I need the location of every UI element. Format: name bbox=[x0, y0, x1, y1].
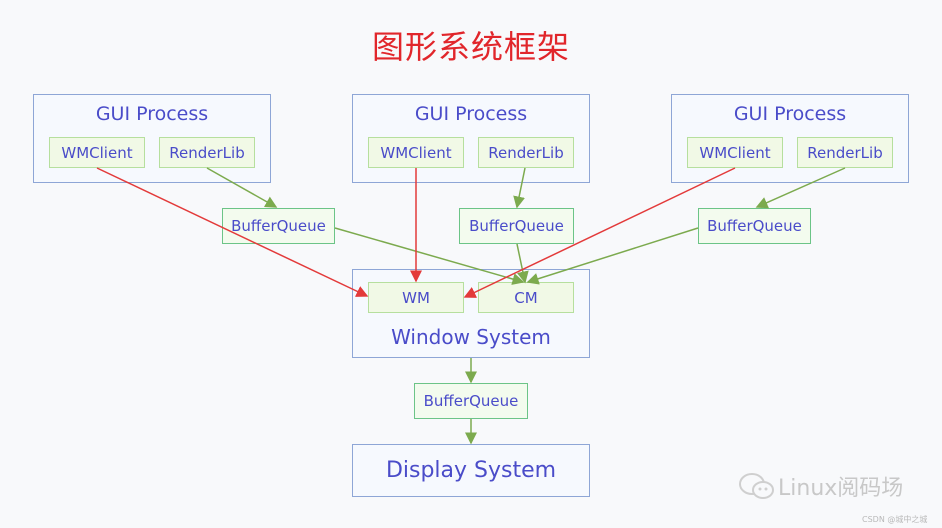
wechat-icon bbox=[739, 473, 774, 499]
output-bufferqueue: BufferQueue bbox=[414, 383, 528, 419]
gui-process-label: GUI Process bbox=[414, 103, 528, 125]
cm-box: CM bbox=[478, 282, 574, 313]
gui-process-label: GUI Process bbox=[733, 103, 847, 125]
renderlib-2: RenderLib bbox=[478, 137, 574, 168]
renderlib-1: RenderLib bbox=[159, 137, 255, 168]
window-system-label: Window System bbox=[391, 325, 551, 349]
wmclient-2: WMClient bbox=[368, 137, 464, 168]
bufferqueue-3: BufferQueue bbox=[698, 208, 811, 244]
renderlib-3: RenderLib bbox=[797, 137, 893, 168]
display-system: Display System bbox=[352, 444, 590, 497]
diagram-title: 图形系统框架 bbox=[371, 28, 570, 66]
wmclient-3: WMClient bbox=[687, 137, 783, 168]
gui-process-label: GUI Process bbox=[95, 103, 209, 125]
wmclient-1: WMClient bbox=[49, 137, 145, 168]
csdn-watermark: CSDN @城中之城 bbox=[862, 515, 928, 524]
bufferqueue-1: BufferQueue bbox=[222, 208, 335, 244]
wm-box: WM bbox=[368, 282, 464, 313]
bufferqueue-2: BufferQueue bbox=[459, 208, 574, 244]
watermark-text: Linux阅码场 bbox=[778, 476, 904, 501]
watermark: Linux阅码场 bbox=[738, 470, 903, 502]
